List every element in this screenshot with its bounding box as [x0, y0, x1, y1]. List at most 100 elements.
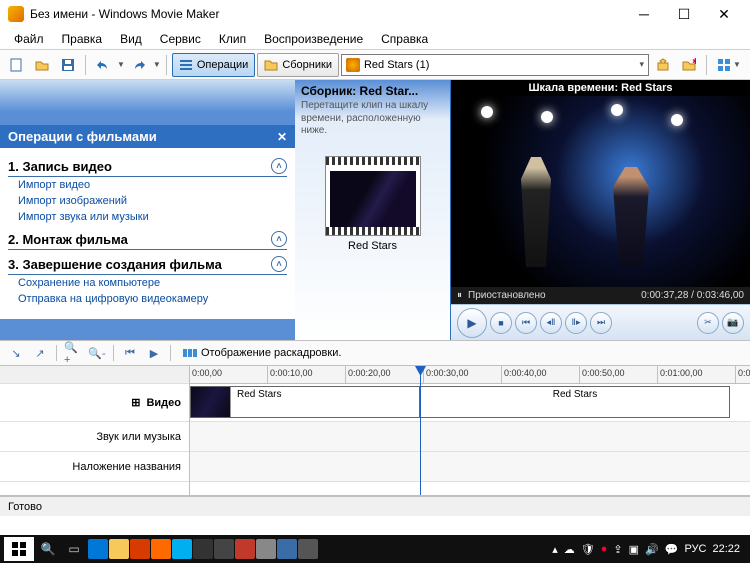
- tray-icon[interactable]: 🛡: [581, 543, 595, 556]
- clip-name: Red Stars: [325, 240, 421, 252]
- tasks-panel-close[interactable]: ✕: [277, 130, 287, 144]
- timeline-set-start[interactable]: ↘: [6, 343, 26, 363]
- task-link-import-pictures[interactable]: Импорт изображений: [8, 193, 287, 209]
- task-link-import-video[interactable]: Импорт видео: [8, 177, 287, 193]
- menu-clip[interactable]: Клип: [211, 30, 254, 48]
- taskbar-app[interactable]: [109, 539, 129, 559]
- tasks-panel-title: Операции с фильмами: [8, 129, 157, 144]
- save-button[interactable]: [56, 53, 80, 77]
- up-level-button[interactable]: [651, 53, 675, 77]
- timeline-set-end[interactable]: ↗: [30, 343, 50, 363]
- taskbar-app[interactable]: [130, 539, 150, 559]
- system-tray[interactable]: ▴ ☁ 🛡 ● ⇪ ▣ 🔊 💬 РУС 22:22: [552, 543, 746, 556]
- taskbar-app[interactable]: [214, 539, 234, 559]
- task-section-edit[interactable]: 2. Монтаж фильма ˄: [8, 231, 287, 250]
- taskbar-app[interactable]: [277, 539, 297, 559]
- timeline: ⊞ Видео Звук или музыка Наложение назван…: [0, 366, 750, 496]
- main-area: Операции с фильмами ✕ 1. Запись видео ˄ …: [0, 80, 750, 340]
- tray-icon[interactable]: ▣: [629, 543, 639, 556]
- collection-title: Сборник: Red Star...: [301, 84, 444, 98]
- task-section-capture[interactable]: 1. Запись видео ˄: [8, 158, 287, 177]
- minimize-button[interactable]: ─: [626, 2, 662, 26]
- timeline-toolbar: ↘ ↗ 🔍+ 🔍- ⏮ ▶ Отображение раскадровки.: [0, 340, 750, 366]
- undo-button[interactable]: [91, 53, 115, 77]
- timeline-clip[interactable]: Red Stars: [190, 386, 420, 418]
- zoom-in-button[interactable]: 🔍+: [63, 343, 83, 363]
- task-link-send-dv[interactable]: Отправка на цифровую видеокамеру: [8, 291, 287, 307]
- timeline-clip[interactable]: Red Stars: [420, 386, 730, 418]
- menu-file[interactable]: Файл: [6, 30, 52, 48]
- expand-video-track[interactable]: ⊞: [131, 396, 140, 409]
- clock[interactable]: 22:22: [712, 543, 740, 555]
- play-button[interactable]: ▶: [457, 308, 487, 338]
- menu-help[interactable]: Справка: [373, 30, 436, 48]
- open-button[interactable]: [30, 53, 54, 77]
- taskbar-app[interactable]: [151, 539, 171, 559]
- snapshot-button[interactable]: 📷: [722, 312, 744, 334]
- rewind-button[interactable]: ⏮: [120, 343, 140, 363]
- tray-icon[interactable]: ▴: [552, 543, 558, 556]
- video-track[interactable]: Red Stars Red Stars: [190, 384, 750, 422]
- stop-button[interactable]: ■: [490, 312, 512, 334]
- play-timeline-button[interactable]: ▶: [144, 343, 164, 363]
- menu-play[interactable]: Воспроизведение: [256, 30, 371, 48]
- tray-icon[interactable]: ●: [601, 543, 608, 555]
- taskbar-app[interactable]: [172, 539, 192, 559]
- next-clip-button[interactable]: ⏭: [590, 312, 612, 334]
- chevron-up-icon: ˄: [271, 256, 287, 272]
- tray-icon[interactable]: ⇪: [613, 543, 622, 556]
- view-options-button[interactable]: ▼: [712, 53, 746, 77]
- start-button[interactable]: [4, 537, 34, 561]
- collection-icon: [346, 58, 360, 72]
- taskbar-app[interactable]: [235, 539, 255, 559]
- pause-icon: ⏸: [457, 290, 462, 301]
- step-fwd-button[interactable]: Ⅱ▸: [565, 312, 587, 334]
- menu-edit[interactable]: Правка: [54, 30, 111, 48]
- timeline-ruler[interactable]: 0:00,00 0:00:10,00 0:00:20,00 0:00:30,00…: [190, 366, 750, 384]
- playhead[interactable]: [420, 366, 421, 495]
- clip-item[interactable]: Red Stars: [325, 156, 421, 252]
- taskbar-app[interactable]: [298, 539, 318, 559]
- new-project-button[interactable]: [4, 53, 28, 77]
- taskbar-app[interactable]: [193, 539, 213, 559]
- step-back-button[interactable]: ◂Ⅱ: [540, 312, 562, 334]
- storyboard-toggle[interactable]: Отображение раскадровки.: [183, 347, 341, 359]
- chevron-down-icon: ▾: [639, 59, 644, 70]
- chevron-up-icon: ˄: [271, 158, 287, 174]
- tasks-toggle-button[interactable]: Операции: [172, 53, 255, 77]
- task-section-finish[interactable]: 3. Завершение создания фильма ˄: [8, 256, 287, 275]
- taskbar-app[interactable]: [256, 539, 276, 559]
- preview-controls: ▶ ■ ⏮ ◂Ⅱ Ⅱ▸ ⏭ ✂ 📷: [451, 304, 750, 340]
- task-link-save-computer[interactable]: Сохранение на компьютере: [8, 275, 287, 291]
- menu-view[interactable]: Вид: [112, 30, 150, 48]
- task-view-icon[interactable]: ▭: [62, 537, 86, 561]
- title-track[interactable]: [190, 452, 750, 482]
- zoom-out-button[interactable]: 🔍-: [87, 343, 107, 363]
- preview-monitor[interactable]: [451, 96, 750, 287]
- taskbar-app[interactable]: [88, 539, 108, 559]
- new-folder-button[interactable]: ✱: [677, 53, 701, 77]
- clip-thumbnail: [325, 156, 421, 236]
- prev-clip-button[interactable]: ⏮: [515, 312, 537, 334]
- tray-icon[interactable]: ☁: [564, 543, 575, 556]
- tasks-panel: Операции с фильмами ✕ 1. Запись видео ˄ …: [0, 80, 295, 340]
- volume-icon[interactable]: 🔊: [645, 543, 659, 556]
- redo-button[interactable]: [127, 53, 151, 77]
- search-icon[interactable]: 🔍: [36, 537, 60, 561]
- collection-pane: Сборник: Red Star... Перетащите клип на …: [295, 80, 450, 340]
- language-indicator[interactable]: РУС: [684, 543, 706, 555]
- svg-text:✱: ✱: [692, 58, 696, 66]
- collections-toggle-button[interactable]: Сборники: [257, 53, 339, 77]
- timeline-tracks[interactable]: 0:00,00 0:00:10,00 0:00:20,00 0:00:30,00…: [190, 366, 750, 495]
- storyboard-icon: [183, 347, 197, 359]
- notifications-icon[interactable]: 💬: [665, 543, 679, 556]
- audio-track[interactable]: [190, 422, 750, 452]
- maximize-button[interactable]: ☐: [666, 2, 702, 26]
- split-button[interactable]: ✂: [697, 312, 719, 334]
- collection-combo[interactable]: Red Stars (1) ▾: [341, 54, 649, 76]
- preview-time: 0:00:37,28 / 0:03:46,00: [641, 290, 744, 301]
- task-link-import-audio[interactable]: Импорт звука или музыки: [8, 209, 287, 225]
- menu-tools[interactable]: Сервис: [152, 30, 209, 48]
- preview-title: Шкала времени: Red Stars: [451, 80, 750, 96]
- close-button[interactable]: ✕: [706, 2, 742, 26]
